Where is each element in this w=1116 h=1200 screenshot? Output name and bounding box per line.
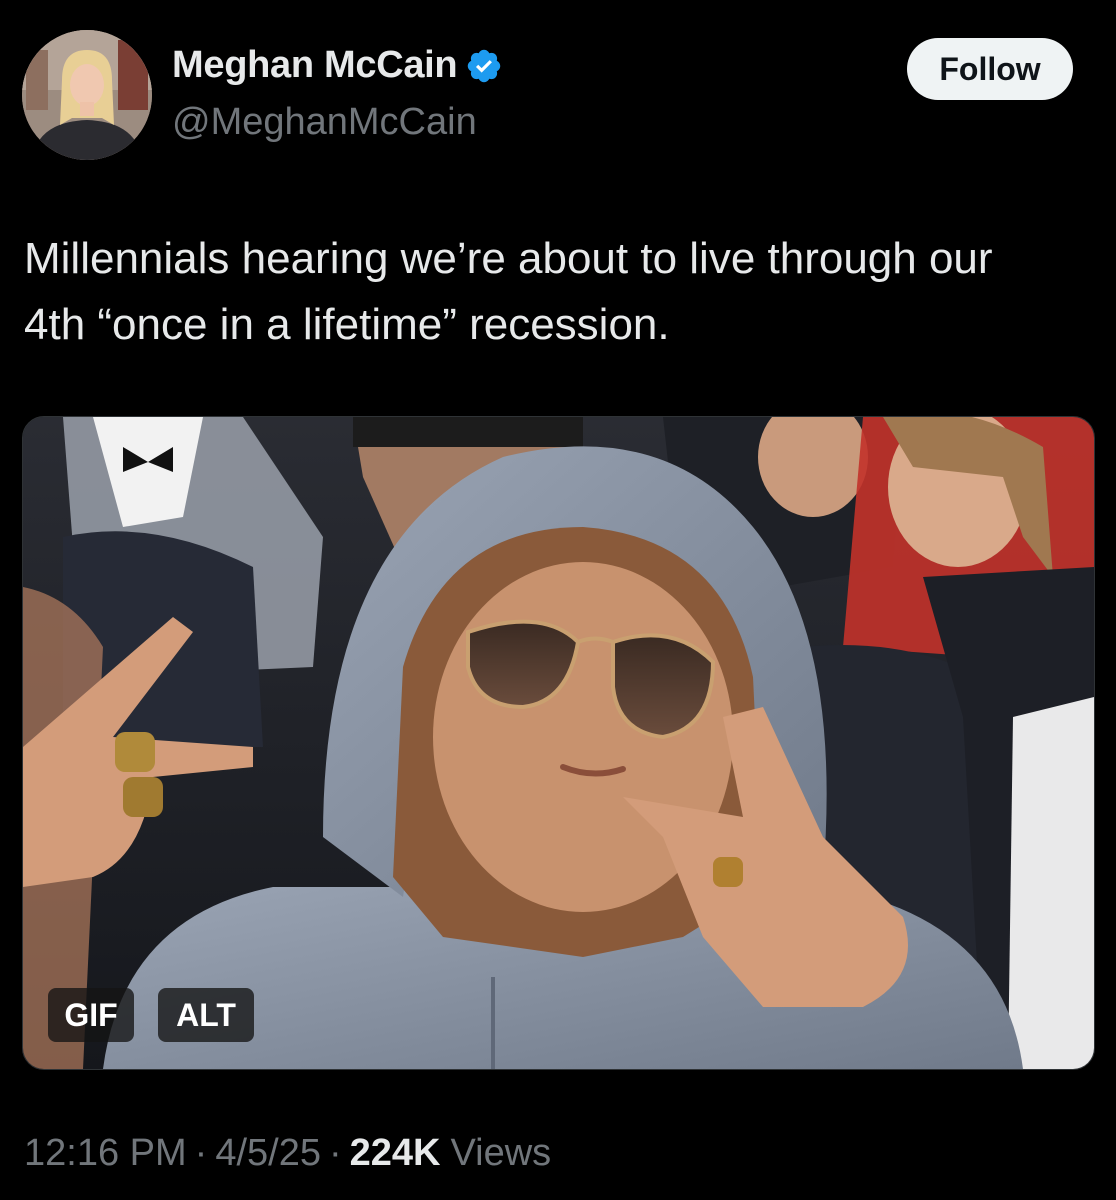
views-count[interactable]: 224K [350, 1132, 441, 1175]
meta-separator: · [194, 1132, 208, 1174]
verified-badge-icon [465, 47, 503, 85]
tweet-media-gif[interactable] [22, 416, 1095, 1070]
author-name-row[interactable]: Meghan McCain [172, 44, 503, 87]
views-label: Views [450, 1132, 552, 1174]
tweet-time[interactable]: 12:16 PM [24, 1132, 187, 1175]
author-display-name[interactable]: Meghan McCain [172, 44, 458, 87]
author-handle[interactable]: @MeghanMcCain [172, 101, 477, 144]
tweet-text: Millennials hearing we’re about to live … [24, 234, 993, 349]
follow-button[interactable]: Follow [907, 38, 1073, 100]
author-avatar[interactable] [22, 30, 152, 160]
alt-text-button[interactable]: ALT [158, 988, 254, 1042]
meta-separator: · [328, 1132, 342, 1174]
tweet: Meghan McCain @MeghanMcCain Follow Mille… [0, 0, 1116, 1200]
gif-badge: GIF [48, 988, 134, 1042]
tweet-date[interactable]: 4/5/25 [215, 1132, 321, 1175]
tweet-meta: 12:16 PM · 4/5/25 · 224K Views [24, 1132, 551, 1175]
